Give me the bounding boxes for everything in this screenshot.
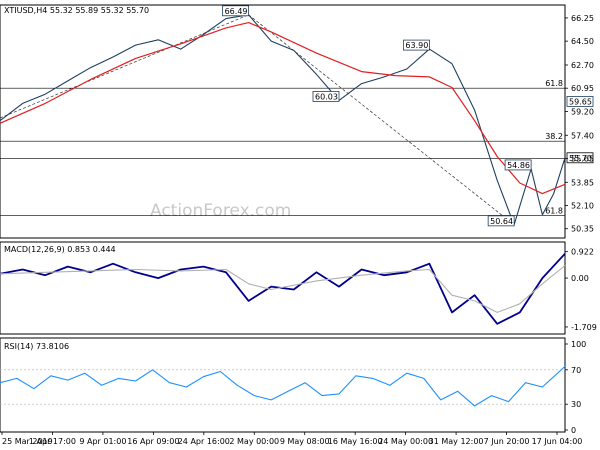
- annotation-label: 60.03: [315, 92, 338, 101]
- annotation-label: 59.65: [569, 97, 592, 106]
- y-tick-label: 60.95: [571, 84, 594, 93]
- level-label: 38.2: [545, 132, 563, 141]
- y-tick-label: -1.709: [571, 323, 597, 332]
- y-tick-label: 100: [571, 340, 586, 349]
- x-tick-label: 24 Apr 16:00: [178, 437, 230, 446]
- annotation-label: 50.64: [490, 217, 513, 226]
- y-tick-label: 53.85: [571, 178, 594, 187]
- y-tick-label: 62.70: [571, 61, 594, 70]
- y-tick-label: 0: [571, 426, 576, 435]
- x-tick-label: 17 Jun 04:00: [532, 437, 583, 446]
- x-tick-label: 16 Apr 09:00: [127, 437, 179, 446]
- y-tick-label: 30: [571, 400, 581, 409]
- x-tick-label: 16 May 16:00: [328, 437, 383, 446]
- annotation-label: 66.49: [225, 7, 248, 16]
- y-tick-label: 50.35: [571, 225, 594, 234]
- y-tick-label: 64.50: [571, 37, 594, 46]
- level-label: 61.8: [545, 206, 563, 215]
- y-tick-label: 55.65: [571, 154, 594, 163]
- y-tick-label: 70: [571, 366, 581, 375]
- watermark: ActionForex.com: [150, 201, 291, 221]
- level-label: 61.8: [545, 79, 563, 88]
- x-tick-label: 1 Apr 17:00: [29, 437, 76, 446]
- y-tick-label: 52.10: [571, 202, 594, 211]
- y-tick-label: 0.922: [571, 248, 594, 257]
- x-tick-label: 2 May 00:00: [229, 437, 279, 446]
- x-tick-label: 9 May 08:00: [280, 437, 330, 446]
- x-tick-label: 9 Apr 01:00: [79, 437, 126, 446]
- y-tick-label: 0.00: [571, 274, 589, 283]
- macd-header: MACD(12,26,9) 0.853 0.444: [4, 245, 116, 254]
- y-tick-label: 66.25: [571, 14, 594, 23]
- annotation-label: 54.86: [507, 161, 530, 170]
- x-tick-label: 31 May 12:00: [429, 437, 484, 446]
- annotation-label: 63.90: [405, 41, 428, 50]
- x-tick-label: 24 May 00:00: [378, 437, 433, 446]
- forex-chart: XTIUSD,H4 55.32 55.89 55.32 55.70 Action…: [0, 0, 600, 450]
- rsi-header: RSI(14) 73.8106: [4, 342, 69, 351]
- x-tick-label: 7 Jun 20:00: [484, 437, 530, 446]
- price-header: XTIUSD,H4 55.32 55.89 55.32 55.70: [4, 6, 149, 15]
- y-tick-label: 59.20: [571, 107, 594, 116]
- y-tick-label: 57.40: [571, 131, 594, 140]
